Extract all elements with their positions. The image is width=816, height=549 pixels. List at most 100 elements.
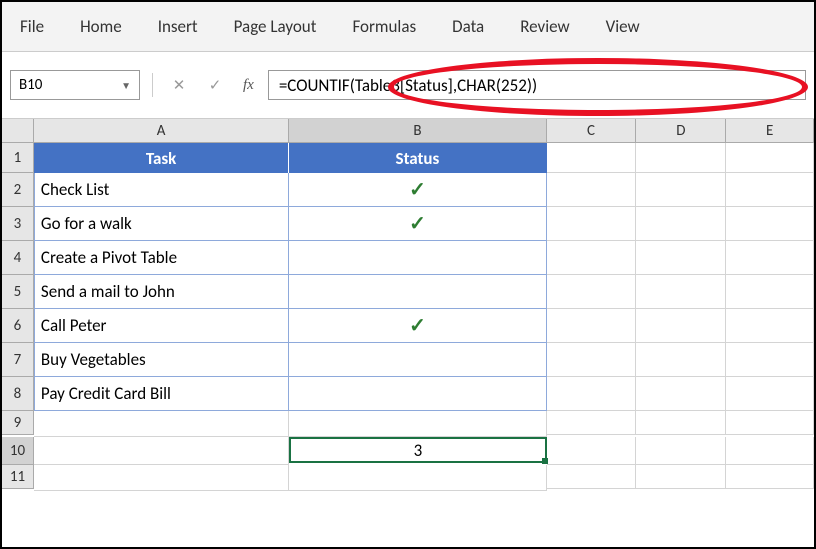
row-header-1[interactable]: 1 [2, 143, 34, 173]
checkmark-icon: ✓ [409, 313, 426, 338]
cell-task-3[interactable]: Send a mail to John [34, 275, 289, 309]
row-11: 11 [2, 465, 814, 491]
formula-text: =COUNTIF(Table3[Status],CHAR(252)) [279, 75, 537, 96]
cell-d3[interactable] [636, 207, 726, 241]
cell-e2[interactable] [726, 173, 814, 207]
row-9: 9 [2, 411, 814, 437]
cell-task-6[interactable]: Pay Credit Card Bill [34, 377, 289, 411]
formula-input[interactable]: =COUNTIF(Table3[Status],CHAR(252)) [268, 70, 806, 100]
header-task[interactable]: Task [34, 143, 289, 173]
header-status[interactable]: Status [289, 143, 546, 173]
cell-a11[interactable] [34, 465, 289, 491]
cell-d8[interactable] [636, 377, 726, 411]
ribbon: File Home Insert Page Layout Formulas Da… [2, 2, 814, 52]
cell-c8[interactable] [547, 377, 637, 411]
cell-status-4[interactable]: ✓ [289, 309, 546, 343]
tab-view[interactable]: View [588, 10, 658, 43]
cell-status-2[interactable] [289, 241, 546, 275]
row-header-4[interactable]: 4 [2, 241, 34, 275]
cell-task-0[interactable]: Check List [34, 173, 289, 207]
row-header-5[interactable]: 5 [2, 275, 34, 309]
fill-handle[interactable] [542, 458, 548, 464]
cell-status-1[interactable]: ✓ [289, 207, 546, 241]
cell-e3[interactable] [726, 207, 814, 241]
row-7: 7 Buy Vegetables [2, 343, 814, 377]
tab-data[interactable]: Data [434, 10, 502, 43]
spreadsheet-grid: A B C D E 1 Task Status 2 Check List ✓ 3… [2, 119, 814, 491]
tab-home[interactable]: Home [62, 10, 140, 43]
tab-page-layout[interactable]: Page Layout [216, 10, 335, 43]
row-10: 10 3 [2, 437, 814, 465]
cell-b11[interactable] [289, 465, 546, 491]
cell-e11[interactable] [726, 465, 814, 489]
cell-c2[interactable] [547, 173, 637, 207]
col-header-a[interactable]: A [34, 119, 289, 143]
cell-c9[interactable] [547, 411, 637, 435]
cell-e7[interactable] [726, 343, 814, 377]
cell-c5[interactable] [547, 275, 637, 309]
column-headers: A B C D E [2, 119, 814, 143]
cell-c10[interactable] [547, 437, 637, 465]
cell-d6[interactable] [636, 309, 726, 343]
col-header-b[interactable]: B [289, 119, 546, 143]
row-header-8[interactable]: 8 [2, 377, 34, 411]
row-header-11[interactable]: 11 [2, 465, 34, 489]
cell-d7[interactable] [636, 343, 726, 377]
cell-c1[interactable] [547, 143, 637, 173]
select-all-corner[interactable] [2, 119, 34, 143]
cell-d9[interactable] [636, 411, 726, 435]
cell-e10[interactable] [726, 437, 814, 465]
cell-c7[interactable] [547, 343, 637, 377]
cell-d4[interactable] [636, 241, 726, 275]
row-3: 3 Go for a walk ✓ [2, 207, 814, 241]
row-header-6[interactable]: 6 [2, 309, 34, 343]
cell-e9[interactable] [726, 411, 814, 435]
row-header-3[interactable]: 3 [2, 207, 34, 241]
cell-e8[interactable] [726, 377, 814, 411]
cell-d2[interactable] [636, 173, 726, 207]
cell-status-3[interactable] [289, 275, 546, 309]
tab-file[interactable]: File [2, 10, 62, 43]
cell-d5[interactable] [636, 275, 726, 309]
name-box[interactable]: B10 ▼ [10, 70, 140, 100]
cell-e6[interactable] [726, 309, 814, 343]
cell-task-1[interactable]: Go for a walk [34, 207, 289, 241]
cell-b9[interactable] [289, 411, 546, 437]
cancel-icon[interactable]: ✕ [165, 72, 193, 98]
cell-status-0[interactable]: ✓ [289, 173, 546, 207]
row-header-10[interactable]: 10 [2, 437, 34, 465]
cell-c3[interactable] [547, 207, 637, 241]
cell-d11[interactable] [636, 465, 726, 489]
cell-c11[interactable] [547, 465, 637, 489]
cell-task-2[interactable]: Create a Pivot Table [34, 241, 289, 275]
col-header-e[interactable]: E [726, 119, 814, 143]
fx-label[interactable]: fx [237, 77, 260, 94]
col-header-c[interactable]: C [547, 119, 637, 143]
chevron-down-icon[interactable]: ▼ [121, 79, 131, 92]
cell-b10-selected[interactable]: 3 [289, 437, 546, 463]
cell-task-5[interactable]: Buy Vegetables [34, 343, 289, 377]
cell-status-5[interactable] [289, 343, 546, 377]
name-box-value: B10 [19, 76, 42, 94]
tab-review[interactable]: Review [502, 10, 587, 43]
cell-e5[interactable] [726, 275, 814, 309]
cell-a9[interactable] [34, 411, 289, 437]
row-2: 2 Check List ✓ [2, 173, 814, 207]
tab-formulas[interactable]: Formulas [334, 10, 434, 43]
row-4: 4 Create a Pivot Table [2, 241, 814, 275]
cell-d10[interactable] [636, 437, 726, 465]
cell-task-4[interactable]: Call Peter [34, 309, 289, 343]
row-header-7[interactable]: 7 [2, 343, 34, 377]
cell-status-6[interactable] [289, 377, 546, 411]
enter-icon[interactable]: ✓ [201, 72, 229, 98]
cell-d1[interactable] [636, 143, 726, 173]
cell-c6[interactable] [547, 309, 637, 343]
row-header-9[interactable]: 9 [2, 411, 34, 435]
col-header-d[interactable]: D [636, 119, 726, 143]
row-header-2[interactable]: 2 [2, 173, 34, 207]
cell-e1[interactable] [726, 143, 814, 173]
tab-insert[interactable]: Insert [140, 10, 216, 43]
cell-c4[interactable] [547, 241, 637, 275]
cell-a10[interactable] [34, 437, 289, 465]
cell-e4[interactable] [726, 241, 814, 275]
